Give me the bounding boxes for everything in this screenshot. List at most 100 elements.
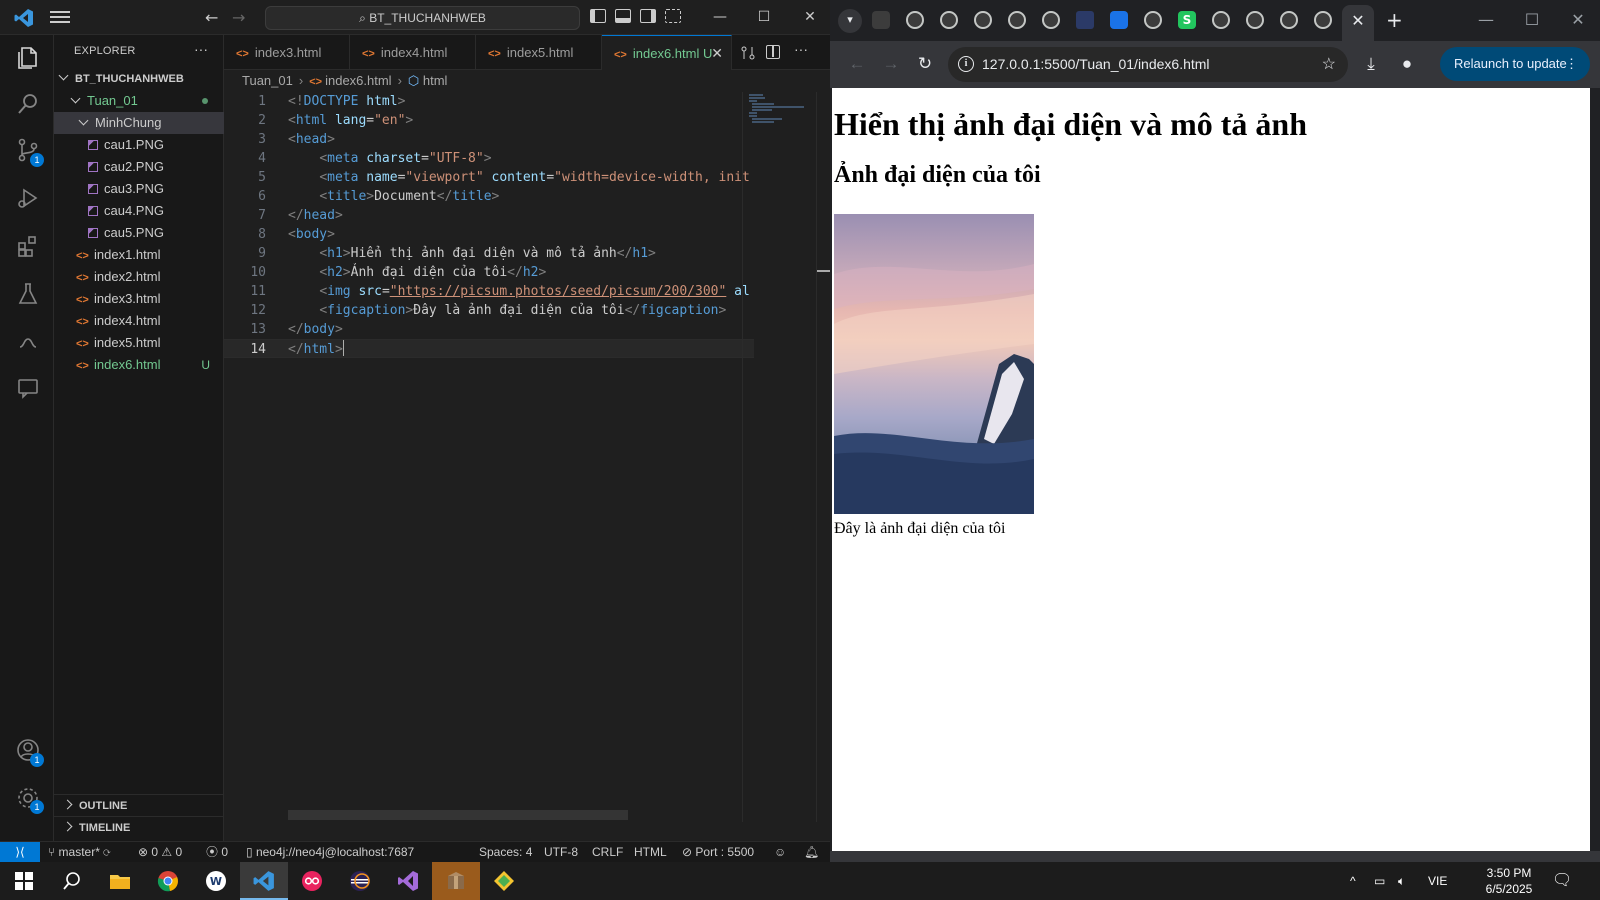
forward-arrow-icon[interactable]: → — [880, 53, 902, 75]
download-icon[interactable]: ⤓ — [1360, 53, 1382, 75]
outline-section[interactable]: OUTLINE — [54, 794, 224, 816]
tab-shield-icon[interactable] — [1110, 11, 1128, 29]
more-menu-icon[interactable]: ⋮ — [1565, 47, 1578, 81]
back-arrow-icon[interactable]: ← — [205, 8, 218, 27]
git-branch[interactable]: ⑂ master* ⟳ — [48, 842, 110, 863]
file-item[interactable]: <> index1.html — [54, 244, 224, 266]
chat-icon[interactable] — [15, 375, 41, 401]
customize-layout-icon[interactable] — [665, 9, 681, 23]
tab-favicon-icon[interactable] — [872, 11, 890, 29]
run-debug-icon[interactable] — [15, 185, 41, 211]
tab-index3[interactable]: <> index3.html — [224, 35, 350, 70]
tab-globe-icon[interactable] — [906, 11, 924, 29]
tab-globe-icon[interactable] — [1212, 11, 1230, 29]
folder-tuan01[interactable]: Tuan_01 — [54, 90, 224, 112]
input-language[interactable]: VIE — [1428, 862, 1447, 900]
file-item[interactable]: <> index4.html — [54, 310, 224, 332]
vertical-scrollbar[interactable] — [816, 92, 831, 822]
taskbar-chrome[interactable] — [144, 862, 192, 900]
explorer-icon[interactable] — [15, 45, 41, 71]
network-icon[interactable]: ▭ — [1374, 862, 1385, 900]
language-indicator[interactable]: HTML — [634, 842, 667, 863]
code-editor[interactable]: 1 <!DOCTYPE html> 2 <html lang="en"> 3 <hea… — [224, 92, 831, 822]
close-tab-icon[interactable]: ✕ — [711, 36, 723, 71]
menu-icon[interactable] — [50, 9, 70, 25]
show-hidden-icons-chevron-icon[interactable]: ^ — [1350, 862, 1356, 900]
file-item[interactable]: cau2.PNG — [54, 156, 224, 178]
tab-index4[interactable]: <> index4.html — [350, 35, 476, 70]
testing-flask-icon[interactable] — [15, 281, 41, 307]
active-tab-close-icon[interactable]: ✕ — [1342, 5, 1374, 41]
file-item[interactable]: cau1.PNG — [54, 134, 224, 156]
file-item-untracked[interactable]: <> index6.html U — [54, 354, 224, 376]
toggle-primary-sidebar-icon[interactable] — [590, 9, 606, 23]
encoding-indicator[interactable]: UTF-8 — [544, 842, 578, 863]
file-item[interactable]: cau5.PNG — [54, 222, 224, 244]
chrome-maximize-button[interactable]: ☐ — [1520, 10, 1544, 29]
tab-globe-icon[interactable] — [1246, 11, 1264, 29]
remote-explorer-icon[interactable] — [15, 329, 41, 355]
remote-indicator-icon[interactable]: ⟩⟨ — [0, 842, 40, 863]
tab-globe-icon[interactable] — [1042, 11, 1060, 29]
address-bar[interactable]: i 127.0.0.1:5500/Tuan_01/index6.html ☆ — [948, 47, 1348, 82]
tab-index5[interactable]: <> index5.html — [476, 35, 602, 70]
taskbar-file-explorer[interactable] — [96, 862, 144, 900]
minimap[interactable] — [742, 92, 808, 822]
compare-changes-icon[interactable] — [740, 45, 756, 61]
notifications-bell-icon[interactable]: 🔔︎ — [804, 842, 819, 863]
close-button[interactable]: ✕ — [798, 6, 822, 28]
start-button[interactable] — [0, 862, 48, 900]
eol-indicator[interactable]: CRLF — [592, 842, 623, 863]
explorer-more-actions-icon[interactable]: ··· — [194, 41, 208, 57]
live-server-port[interactable]: ⊘ Port : 5500 — [682, 842, 754, 863]
taskbar-app-diamond[interactable] — [480, 862, 528, 900]
relaunch-to-update-button[interactable]: Relaunch to update ⋮ — [1440, 47, 1590, 81]
profile-avatar-icon[interactable]: ● — [1396, 53, 1418, 75]
toggle-secondary-sidebar-icon[interactable] — [640, 9, 656, 23]
breadcrumb-folder[interactable]: Tuan_01 — [242, 73, 293, 88]
copilot-icon[interactable]: ☺ — [774, 842, 786, 863]
file-item[interactable]: <> index5.html — [54, 332, 224, 354]
tab-favicon-icon[interactable] — [1076, 11, 1094, 29]
bookmark-star-icon[interactable]: ☆ — [1322, 47, 1336, 82]
workspace-root[interactable]: BT_THUCHANHWEB — [54, 68, 224, 90]
tab-globe-icon[interactable] — [1008, 11, 1026, 29]
file-item[interactable]: <> index3.html — [54, 288, 224, 310]
chrome-close-button[interactable]: ✕ — [1566, 10, 1590, 29]
toggle-panel-icon[interactable] — [615, 9, 631, 23]
breadcrumb-file[interactable]: index6.html — [325, 73, 391, 88]
breadcrumb-symbol[interactable]: html — [423, 73, 448, 88]
volume-muted-icon[interactable]: 🔈︎ — [1398, 862, 1405, 900]
search-icon[interactable] — [15, 91, 41, 117]
taskbar-app-oo[interactable] — [288, 862, 336, 900]
taskbar-eclipse[interactable] — [336, 862, 384, 900]
tab-globe-icon[interactable] — [1314, 11, 1332, 29]
folder-minhchung[interactable]: MinhChung — [54, 112, 224, 134]
command-center-search[interactable]: ⌕ BT_THUCHANHWEB — [265, 6, 580, 30]
file-item[interactable]: cau3.PNG — [54, 178, 224, 200]
system-clock[interactable]: 3:50 PM 6/5/2025 — [1474, 865, 1544, 897]
minimize-button[interactable]: — — [708, 6, 732, 28]
tab-s-app-icon[interactable]: S — [1178, 11, 1196, 29]
tab-globe-icon[interactable] — [974, 11, 992, 29]
chrome-minimize-button[interactable]: — — [1474, 10, 1498, 29]
problems-indicator[interactable]: ⊗ 0 ⚠ 0 — [138, 842, 182, 863]
taskbar-visual-studio[interactable] — [384, 862, 432, 900]
site-info-icon[interactable]: i — [958, 56, 974, 72]
tab-globe-icon[interactable] — [1144, 11, 1162, 29]
forward-arrow-icon[interactable]: → — [232, 8, 245, 27]
file-item[interactable]: cau4.PNG — [54, 200, 224, 222]
tab-index6[interactable]: <> index6.html U ✕ — [602, 35, 732, 70]
timeline-section[interactable]: TIMELINE — [54, 816, 224, 838]
indentation-indicator[interactable]: Spaces: 4 — [479, 842, 532, 863]
tab-search-chevron-icon[interactable]: ▾ — [838, 9, 862, 33]
reload-icon[interactable]: ↻ — [914, 53, 936, 75]
ports-indicator[interactable]: ⦿ 0 — [206, 842, 228, 863]
taskbar-search-button[interactable] — [48, 862, 96, 900]
tab-globe-icon[interactable] — [940, 11, 958, 29]
neo4j-connection[interactable]: ▯ neo4j://neo4j@localhost:7687 — [246, 842, 414, 863]
taskbar-vscode[interactable] — [240, 862, 288, 900]
maximize-button[interactable]: ☐ — [752, 6, 776, 28]
taskbar-app-w[interactable]: W — [192, 862, 240, 900]
taskbar-app-box[interactable] — [432, 862, 480, 900]
